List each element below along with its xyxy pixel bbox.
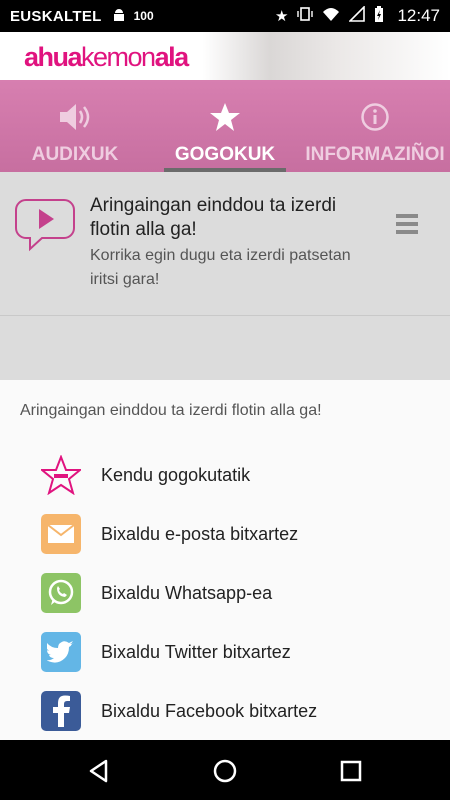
tab-label: AUDIXUK — [31, 144, 119, 165]
twitter-icon — [41, 632, 81, 672]
android-icon — [112, 7, 126, 26]
whatsapp-icon — [41, 573, 81, 613]
favorites-list: Aringaingan einddou ta izerdi flotin all… — [0, 172, 450, 380]
option-label: Bixaldu Facebook bitxartez — [101, 700, 318, 721]
item-subtitle: Korrika egin dugu eta izerdi patsetan ir… — [90, 247, 351, 288]
home-icon[interactable] — [212, 758, 238, 789]
share-facebook-option[interactable]: Bixaldu Facebook bitxartez — [0, 682, 450, 740]
share-email-option[interactable]: Bixaldu e-posta bitxartez — [0, 505, 450, 563]
back-icon[interactable] — [86, 758, 112, 789]
option-label: Kendu gogokutatik — [101, 464, 251, 485]
vibrate-icon — [297, 6, 314, 26]
item-title: Aringaingan einddou ta izerdi flotin all… — [90, 195, 337, 240]
star-status-icon: ★ — [275, 8, 289, 25]
app-logo: ahuakemonala — [24, 42, 189, 72]
signal-icon — [348, 5, 366, 26]
option-label: Bixaldu Twitter bitxartez — [101, 641, 291, 662]
tab-informazinoi[interactable]: INFORMAZIÑOI — [300, 80, 450, 172]
option-label: Bixaldu Whatsapp-ea — [101, 582, 273, 603]
notification-count: 100 — [133, 9, 154, 23]
navigation-bar — [0, 740, 450, 800]
tab-bar: AUDIXUK GOGOKUK INFORMAZIÑOI — [0, 80, 450, 172]
share-whatsapp-option[interactable]: Bixaldu Whatsapp-ea — [0, 564, 450, 622]
star-icon — [209, 102, 241, 140]
app-header: ahuakemonala — [0, 32, 450, 80]
wifi-icon — [322, 6, 340, 26]
tab-audixuk[interactable]: AUDIXUK — [0, 80, 150, 172]
tab-label: GOGOKUK — [174, 144, 276, 165]
battery-icon — [374, 5, 384, 27]
remove-favorite-option[interactable]: Kendu gogokutatik — [0, 446, 450, 504]
carrier-name: EUSKALTEL — [10, 7, 102, 25]
tab-label: INFORMAZIÑOI — [305, 144, 445, 165]
option-label: Bixaldu e-posta bitxartez — [101, 523, 299, 544]
email-icon — [41, 514, 81, 554]
sheet-title: Aringaingan einddou ta izerdi flotin all… — [20, 402, 322, 419]
info-icon — [360, 102, 390, 140]
share-twitter-option[interactable]: Bixaldu Twitter bitxartez — [0, 623, 450, 681]
menu-icon[interactable] — [396, 214, 418, 238]
list-item[interactable]: Aringaingan einddou ta izerdi flotin all… — [0, 172, 450, 316]
play-bubble-icon[interactable] — [12, 198, 76, 257]
facebook-icon — [41, 691, 81, 731]
tab-gogokuk[interactable]: GOGOKUK — [150, 80, 300, 172]
speaker-icon — [58, 102, 92, 140]
recents-icon[interactable] — [338, 758, 364, 789]
star-minus-icon — [41, 455, 81, 495]
share-bottom-sheet: Aringaingan einddou ta izerdi flotin all… — [0, 380, 450, 740]
status-bar: EUSKALTEL 100 ★ 12:47 — [0, 0, 450, 32]
clock: 12:47 — [397, 6, 440, 25]
